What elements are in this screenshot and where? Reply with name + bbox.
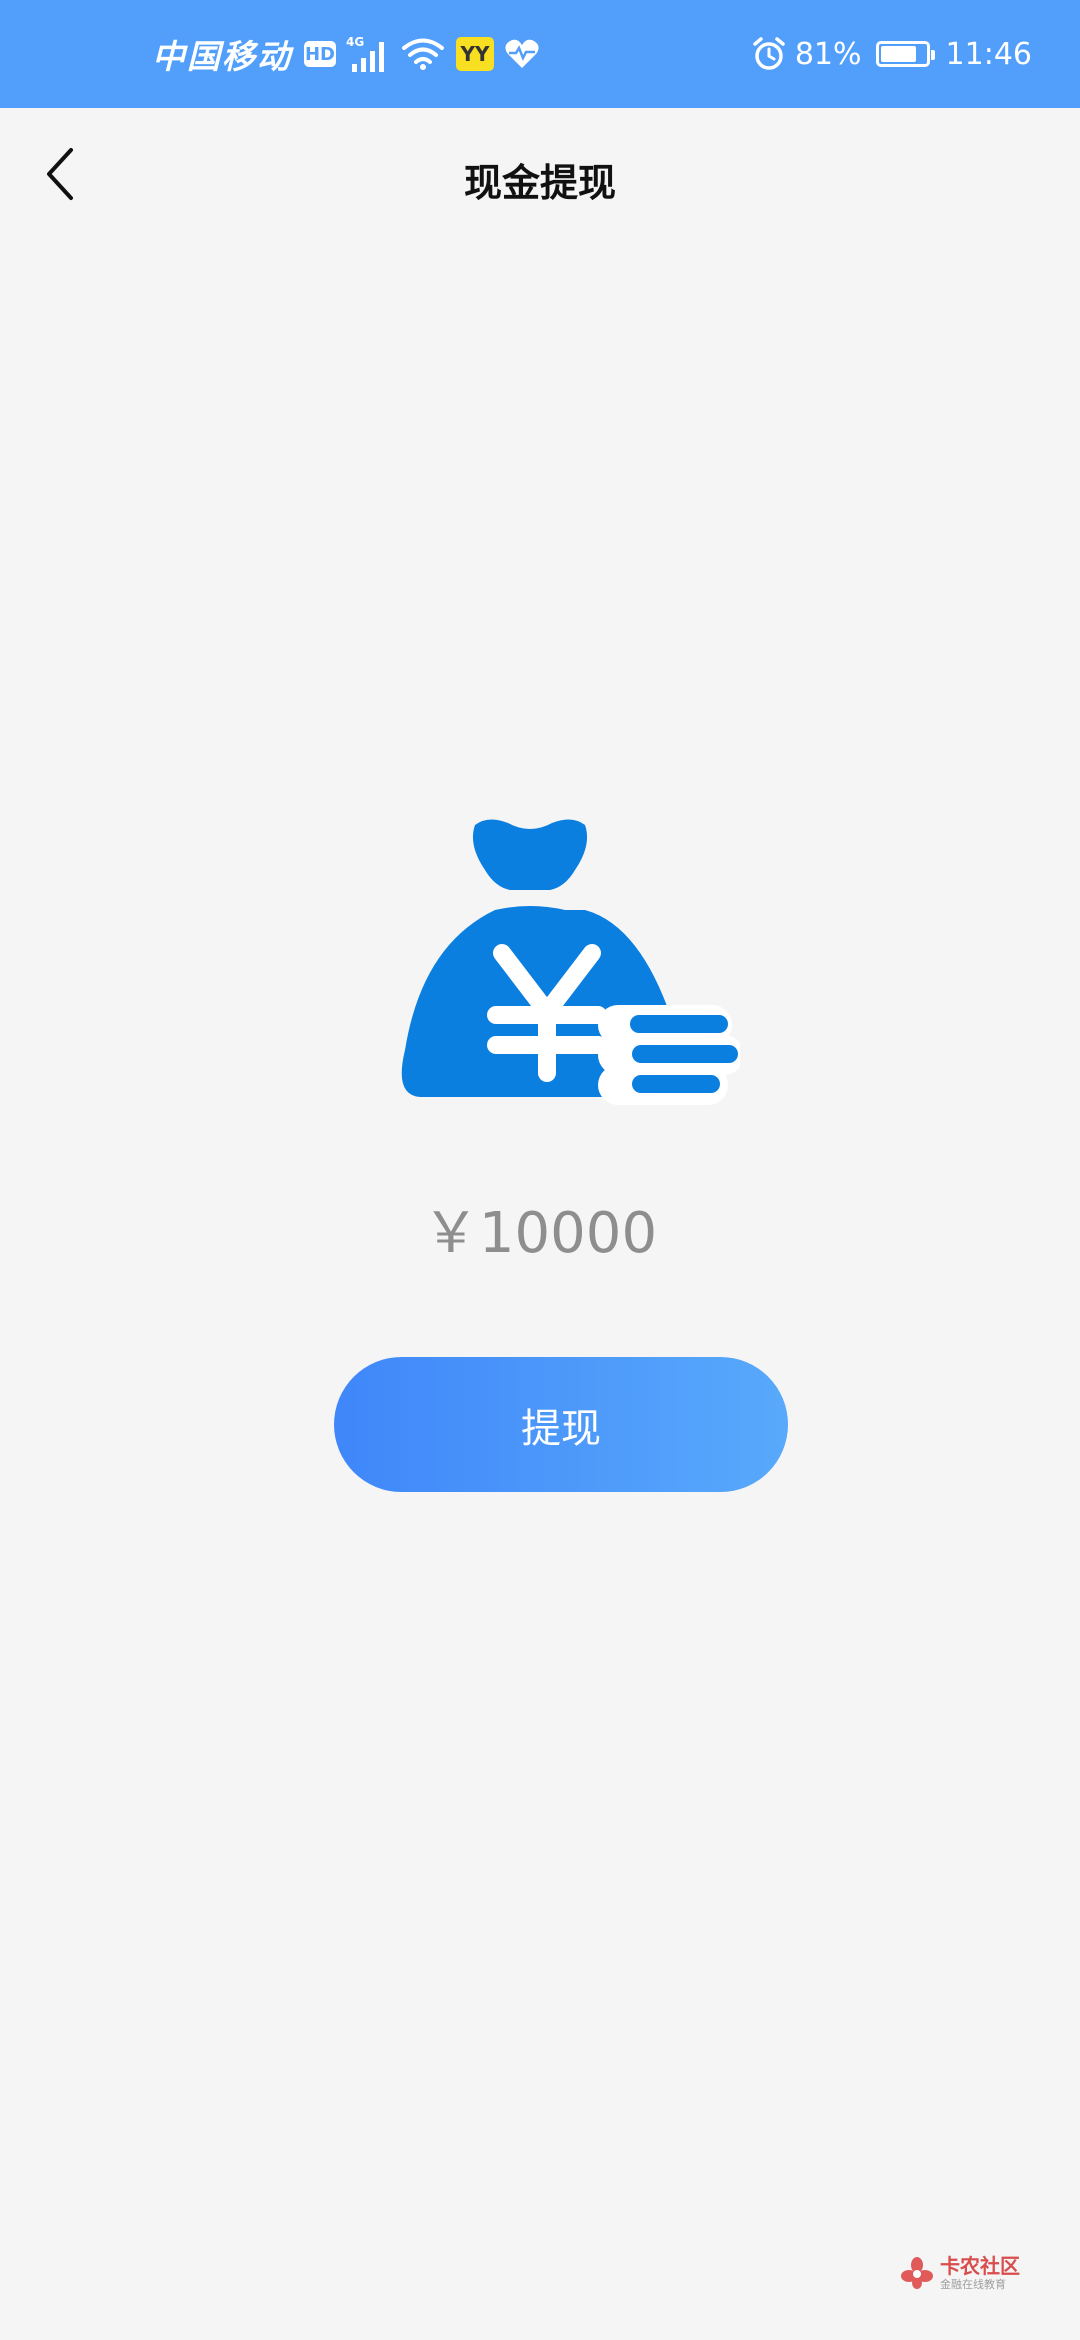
watermark-text: 卡农社区 金融在线教育 [940,2256,1020,2290]
battery-fill [880,46,917,62]
page-title: 现金提现 [463,161,616,205]
watermark: 卡农社区 金融在线教育 [900,2256,1020,2290]
watermark-name: 卡农社区 [940,2254,1020,2278]
kanong-logo-icon [901,2257,933,2289]
network-type: 4G [346,35,364,49]
nav-bar: 现金提现 [0,108,1080,256]
balance-amount: ￥10000 [422,1201,658,1266]
battery-tip [930,50,935,60]
money-bag-icon [401,819,740,1105]
cellular-signal-icon: 4G [346,35,384,72]
wifi-icon [402,38,444,70]
hd-badge: HD [304,41,336,67]
status-bar: 中国移动 HD 4G YY 81% 11:46 [0,0,1080,108]
yy-app-icon: YY [456,37,494,71]
screen: 中国移动 HD 4G YY 81% 11:46 现金提现 ￥10000 提现 卡… [0,0,1080,2340]
alarm-icon [753,37,785,70]
clock: 11:46 [945,36,1032,72]
carrier-name: 中国移动 [152,37,292,76]
status-bar-left: 中国移动 HD 4G YY [152,0,540,108]
battery-icon [875,41,935,67]
health-heart-icon [505,39,539,68]
battery-percent: 81% [794,36,862,72]
watermark-tagline: 金融在线教育 [940,2278,1006,2291]
status-bar-right: 81% 11:46 [741,0,1032,108]
withdraw-button[interactable]: 提现 [334,1357,788,1492]
